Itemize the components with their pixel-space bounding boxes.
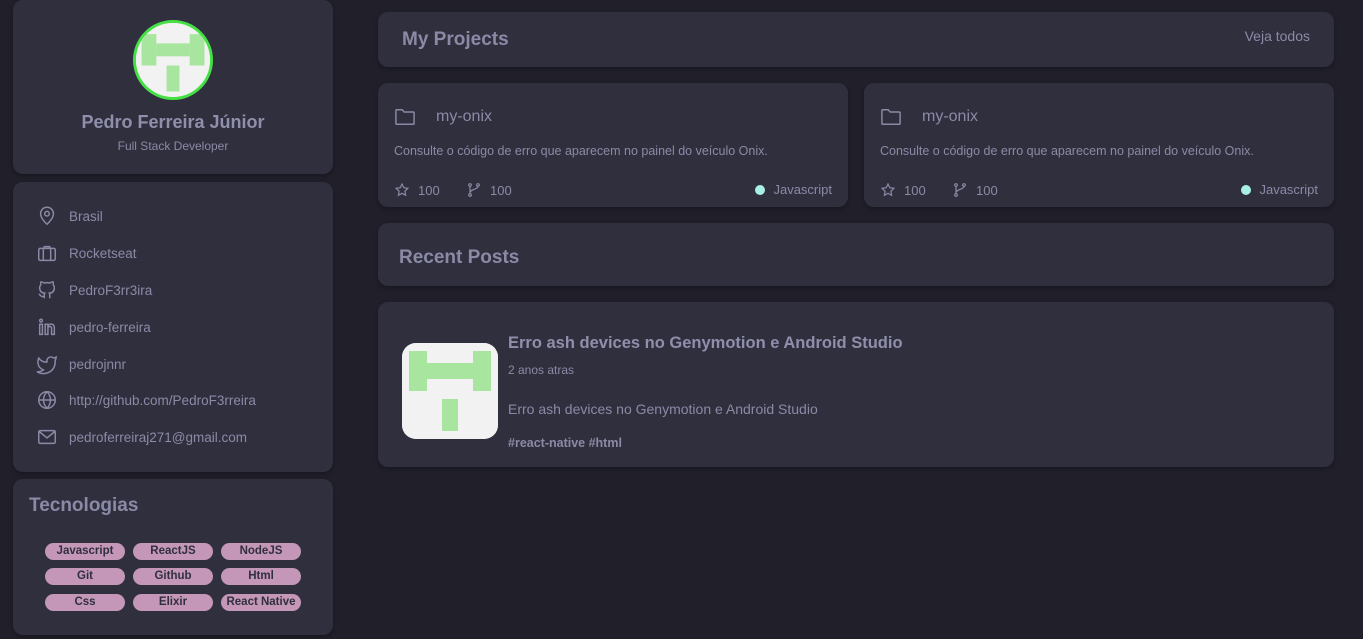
avatar — [133, 20, 213, 100]
avatar-logo-icon — [136, 23, 210, 97]
fork-icon — [468, 183, 480, 197]
post-date: 2 anos atras — [508, 363, 575, 377]
technologies-title: Tecnologias — [29, 495, 139, 516]
project-stars: 100 — [394, 182, 440, 198]
tech-tag-html: Html — [221, 568, 301, 585]
info-github[interactable]: PedroF3rr3ira — [36, 278, 152, 302]
tech-tag-github: Github — [133, 568, 213, 585]
project-forks-count: 100 — [490, 182, 512, 198]
location-pin-icon — [39, 206, 55, 226]
project-forks: 100 — [952, 182, 998, 198]
info-company-label: Rocketseat — [69, 245, 137, 261]
project-forks: 100 — [466, 182, 512, 198]
fork-icon — [954, 183, 966, 197]
post-logo-icon — [402, 343, 498, 439]
view-all-link[interactable]: Veja todos — [1245, 28, 1310, 44]
tech-tag-elixir: Elixir — [133, 594, 213, 611]
technologies-card: Tecnologias Javascript ReactJS NodeJS Gi… — [13, 479, 333, 635]
profile-role: Full Stack Developer — [117, 139, 229, 153]
project-card[interactable]: my-onix Consulte o código de erro que ap… — [378, 83, 848, 207]
info-email[interactable]: pedroferreiraj271@gmail.com — [36, 425, 247, 449]
folder-icon — [881, 109, 901, 125]
profile-card: Pedro Ferreira Júnior Full Stack Develop… — [13, 0, 333, 174]
info-website-label[interactable]: http://github.com/PedroF3rreira — [69, 393, 256, 408]
post-card[interactable]: Erro ash devices no Genymotion e Android… — [378, 302, 1334, 467]
language-dot — [755, 184, 766, 195]
info-linkedin-label[interactable]: pedro-ferreira — [69, 320, 151, 335]
project-stars: 100 — [880, 182, 926, 198]
star-icon — [880, 182, 896, 197]
project-forks-count: 100 — [976, 182, 998, 198]
project-language-label: Javascript — [1259, 182, 1318, 197]
tech-tag-reactjs: ReactJS — [133, 543, 213, 560]
mail-icon — [38, 429, 56, 445]
info-twitter[interactable]: pedrojnnr — [36, 352, 126, 376]
post-thumbnail — [402, 343, 498, 439]
tech-tag-git: Git — [45, 568, 125, 585]
project-language-label: Javascript — [773, 182, 832, 197]
project-name[interactable]: my-onix — [436, 108, 492, 126]
projects-header: My Projects Veja todos — [378, 12, 1334, 67]
briefcase-icon — [38, 245, 56, 262]
recent-posts-title: Recent Posts — [399, 247, 520, 268]
project-description: Consulte o código de erro que aparecem n… — [394, 144, 768, 158]
folder-icon — [395, 109, 415, 125]
globe-icon — [38, 390, 56, 410]
project-stars-count: 100 — [418, 182, 440, 198]
info-location: Brasil — [36, 204, 103, 228]
info-company: Rocketseat — [36, 241, 137, 265]
projects-title: My Projects — [402, 29, 509, 50]
project-language: Javascript — [755, 182, 832, 197]
info-twitter-label[interactable]: pedrojnnr — [69, 357, 126, 372]
project-stars-count: 100 — [904, 182, 926, 198]
info-email-label[interactable]: pedroferreiraj271@gmail.com — [69, 430, 247, 445]
profile-name: Pedro Ferreira Júnior — [81, 112, 265, 132]
language-dot — [1241, 184, 1252, 195]
info-website[interactable]: http://github.com/PedroF3rreira — [36, 388, 256, 412]
star-icon — [394, 182, 410, 197]
github-icon — [38, 281, 56, 299]
post-title[interactable]: Erro ash devices no Genymotion e Android… — [508, 334, 903, 353]
tech-tag-css: Css — [45, 594, 125, 611]
post-tags: #react-native #html — [508, 436, 622, 450]
info-card: Brasil Rocketseat PedroF3rr3ira pedro-fe… — [13, 182, 333, 472]
project-language: Javascript — [1241, 182, 1318, 197]
project-name[interactable]: my-onix — [922, 108, 978, 126]
post-excerpt: Erro ash devices no Genymotion e Android… — [508, 401, 818, 417]
project-description: Consulte o código de erro que aparecem n… — [880, 144, 1254, 158]
linkedin-icon — [38, 318, 56, 336]
tech-tag-nodejs: NodeJS — [221, 543, 301, 560]
tech-tag-javascript: Javascript — [45, 543, 125, 560]
project-card[interactable]: my-onix Consulte o código de erro que ap… — [864, 83, 1334, 207]
info-linkedin[interactable]: pedro-ferreira — [36, 315, 151, 339]
tech-tag-react-native: React Native — [221, 594, 301, 611]
recent-posts-header: Recent Posts — [378, 223, 1334, 286]
info-github-label[interactable]: PedroF3rr3ira — [69, 283, 152, 298]
info-location-label: Brasil — [69, 208, 103, 224]
twitter-icon — [36, 355, 57, 375]
